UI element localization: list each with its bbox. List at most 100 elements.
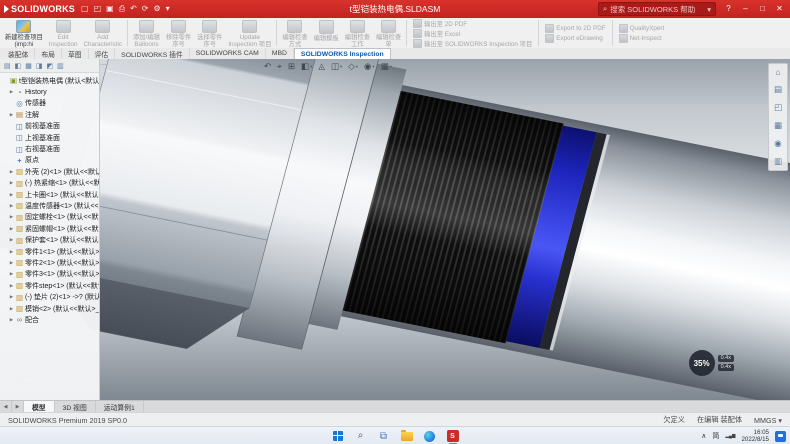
custom-properties-icon[interactable]: ▥ [774, 156, 782, 167]
tree-item-front-plane[interactable]: ◫前视基准面 [0, 121, 99, 132]
notification-center-button[interactable] [775, 431, 786, 442]
expand-arrow-icon[interactable]: ▶ [8, 294, 15, 300]
dimxpert-manager-icon[interactable]: ◨ [36, 62, 43, 70]
solidworks-logo[interactable]: SOLIDWORKS [0, 4, 81, 14]
annotation-view-icon[interactable]: ◬ [316, 60, 327, 73]
design-library-icon[interactable]: ▤ [774, 84, 782, 95]
edit-inspection-method-button[interactable]: 编辑检查 方式 [279, 18, 310, 48]
taskbar-search-button[interactable]: ⌕ [354, 429, 368, 443]
expand-arrow-icon[interactable]: ▶ [8, 203, 15, 209]
solidworks-taskbar-button[interactable]: S [446, 429, 460, 443]
feature-manager-tree-icon[interactable]: ▤ [4, 62, 11, 70]
solidworks-resources-icon[interactable]: ⌂ [775, 67, 780, 77]
expand-arrow-icon[interactable]: ▶ [8, 283, 15, 289]
export-to-2dpdf-button[interactable]: Export to 2D PDF [545, 24, 605, 33]
tray-chevron-icon[interactable]: ∧ [701, 432, 706, 440]
search-caret-icon[interactable]: ▾ [707, 5, 711, 14]
start-button[interactable] [331, 429, 345, 443]
taskbar-clock[interactable]: 16:05 2022/8/15 [741, 429, 769, 443]
tree-item-right-plane[interactable]: ◫右视基准面 [0, 143, 99, 154]
section-view-icon[interactable]: ◧▾ [299, 60, 314, 73]
select-balloons-button[interactable]: 选择零件 序号 [194, 18, 225, 48]
inspection-manager-icon[interactable]: ▥ [57, 62, 64, 70]
hide-show-items-icon[interactable]: ◉▾ [362, 60, 377, 73]
rebuild-icon[interactable]: ⟳ [142, 4, 149, 14]
tree-item-mates[interactable]: ▶∞配合 [0, 314, 99, 325]
save-icon[interactable]: ▣ [106, 4, 114, 14]
file-explorer-button[interactable] [400, 429, 414, 443]
expand-arrow-icon[interactable]: ▶ [8, 249, 15, 255]
edge-browser-button[interactable] [423, 429, 437, 443]
tree-item-annotations[interactable]: ▶▤注解 [0, 109, 99, 120]
tree-item-component[interactable]: ▶▧(-) 垫片 (2)<1> ->? (默认<<默认>_显 [0, 291, 99, 302]
units-selector[interactable]: MMGS ▾ [754, 416, 782, 425]
configuration-manager-icon[interactable]: ▦ [25, 62, 32, 70]
tab-solidworks-inspection[interactable]: SOLIDWORKS Inspection [294, 48, 391, 59]
edit-inspection-drawing-button[interactable]: 编辑检查 工作 [342, 18, 373, 48]
update-inspection-project-button[interactable]: Update Inspection 项目 [225, 18, 274, 48]
new-inspection-project-button[interactable]: 新建检查项目 (imp:hi [2, 18, 46, 48]
options-gear-icon[interactable]: ⚙ [154, 4, 161, 14]
tree-item-component[interactable]: ▶▧温度传感器<1> (默认<<默认>_显示 [0, 200, 99, 211]
minimize-button[interactable]: – [737, 0, 754, 18]
expand-arrow-icon[interactable]: ▶ [8, 112, 15, 118]
expand-arrow-icon[interactable]: ▶ [8, 226, 15, 232]
expand-arrow-icon[interactable]: ▶ [8, 317, 15, 323]
qualityxpert-button[interactable]: QualityXpert [619, 24, 665, 33]
display-manager-icon[interactable]: ◩ [47, 62, 54, 70]
open-icon[interactable]: ◰ [94, 4, 102, 14]
expand-arrow-icon[interactable]: ▶ [8, 169, 15, 175]
graphics-viewport[interactable]: ↶ ⌖ ⊞ ◧▾ ◬ ◫▾ ◇▾ ◉▾ ▦▾ ⌂ ▤ ◰ ▦ ◉ ▥ [0, 59, 790, 400]
edit-inspection-sheet-button[interactable]: 编辑检查 单 [373, 18, 404, 48]
undo-icon[interactable]: ↶ [130, 4, 137, 14]
thermocouple-3d-model[interactable] [0, 59, 790, 400]
expand-arrow-icon[interactable]: ▶ [8, 214, 15, 220]
tab-mbd[interactable]: MBD [266, 48, 294, 59]
quick-access-caret-icon[interactable]: ▾ [166, 4, 170, 14]
expand-arrow-icon[interactable]: ▶ [8, 192, 15, 198]
help-search-input[interactable]: ⌕ 搜索 SOLIDWORKS 帮助 ▾ [598, 2, 716, 16]
tab-assembly[interactable]: 装配体 [2, 48, 35, 59]
expand-arrow-icon[interactable]: ▶ [8, 271, 15, 277]
zoom-area-icon[interactable]: ⊞ [286, 60, 297, 73]
export-excel-cn-button[interactable]: 输出至 Excel [413, 29, 532, 38]
view-palette-icon[interactable]: ▦ [774, 120, 782, 131]
view-orientation-icon[interactable]: ◫▾ [329, 60, 344, 73]
expand-arrow-icon[interactable]: ▶ [8, 237, 15, 243]
tree-item-component[interactable]: ▶▧模销<2> (默认<<默认>_显示状态 [0, 303, 99, 314]
close-button[interactable]: ✕ [771, 0, 788, 18]
task-view-button[interactable]: ⧉ [377, 429, 391, 443]
zoom-fit-icon[interactable]: ⌖ [275, 60, 284, 73]
tab-sketch[interactable]: 草图 [62, 48, 89, 59]
tree-item-component[interactable]: ▶▧上卡圈<1> (默认<<默认>_显示状态 [0, 189, 99, 200]
tab-layout[interactable]: 布局 [35, 48, 62, 59]
export-2dpdf-cn-button[interactable]: 输出至 2D PDF [413, 19, 532, 28]
tree-item-assembly-root[interactable]: ▣t型铠装热电偶 (默认<默认_显示状态-1>) [0, 75, 99, 86]
help-button[interactable]: ? [720, 0, 737, 18]
edit-template-button[interactable]: 编辑模板 [311, 18, 342, 48]
edit-inspection-button[interactable]: Edit Inspection [46, 18, 81, 48]
scene-icon[interactable]: ▦▾ [379, 60, 394, 73]
ime-indicator[interactable]: 简 [712, 431, 719, 441]
tree-item-component[interactable]: ▶▧零件2<1> (默认<<默认>_显示状态 [0, 257, 99, 268]
maximize-button[interactable]: □ [754, 0, 771, 18]
export-inspection-project-button[interactable]: 输出至 SOLIDWORKS Inspection 项目 [413, 39, 532, 48]
tree-item-history[interactable]: ▶◔History [0, 86, 99, 97]
previous-view-icon[interactable]: ↶ [262, 60, 273, 73]
tree-item-sensors[interactable]: ◎传感器 [0, 98, 99, 109]
tree-item-top-plane[interactable]: ◫上视基准面 [0, 132, 99, 143]
display-style-icon[interactable]: ◇▾ [346, 60, 360, 73]
add-characteristic-button[interactable]: Add Characteristic [81, 18, 126, 48]
expand-arrow-icon[interactable]: ▶ [8, 89, 15, 95]
expand-arrow-icon[interactable]: ▶ [8, 306, 15, 312]
print-icon[interactable]: ⎙ [119, 4, 125, 14]
expand-arrow-icon[interactable]: ▶ [8, 260, 15, 266]
export-edrawing-button[interactable]: Export eDrawing [545, 34, 605, 43]
tree-item-component[interactable]: ▶▧(-) 热紧缩<1> (默认<<默认>_显示状态 [0, 178, 99, 189]
remove-balloons-button[interactable]: 移除零件 序号 [163, 18, 194, 48]
tree-item-origin[interactable]: +原点 [0, 155, 99, 166]
tree-item-component[interactable]: ▶▧固定螺栓<1> (默认<<默认>_显示状态 [0, 212, 99, 223]
tab-solidworks-cam[interactable]: SOLIDWORKS CAM [190, 48, 266, 59]
network-volume-icon[interactable]: ▂▄▆ [725, 433, 735, 439]
tree-item-component[interactable]: ▶▧紧固螺帽<1> (默认<<默认>_显示状态 [0, 223, 99, 234]
